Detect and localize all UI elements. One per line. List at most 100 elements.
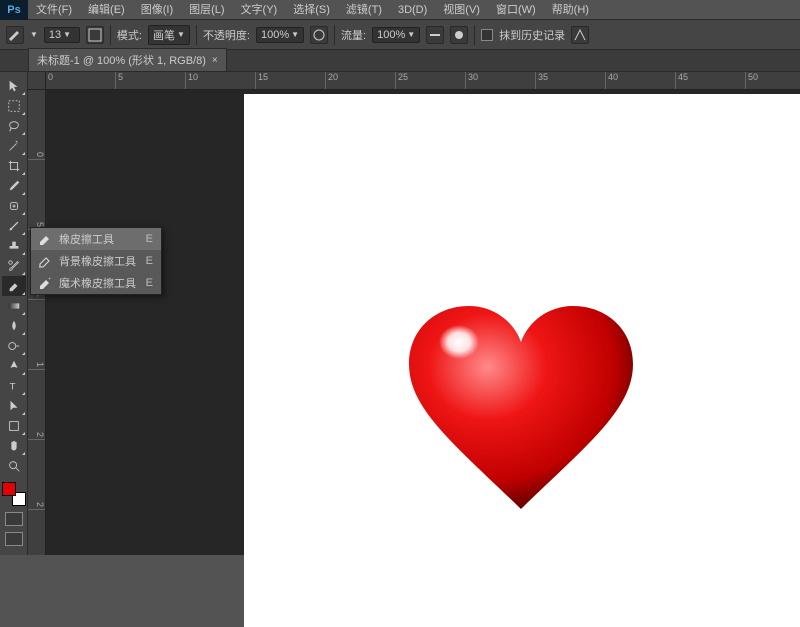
divider xyxy=(196,25,197,45)
erase-history-label: 抹到历史记录 xyxy=(499,27,565,43)
ruler-tick: 2 xyxy=(28,440,45,510)
hand-tool[interactable] xyxy=(2,436,26,456)
ruler-tick xyxy=(28,510,45,555)
document-tab[interactable]: 未标题-1 @ 100% (形状 1, RGB/8) × xyxy=(28,48,227,71)
flyout-label: 魔术橡皮擦工具 xyxy=(59,275,140,291)
brush-panel-icon[interactable] xyxy=(86,26,104,44)
airbrush-icon[interactable] xyxy=(426,26,444,44)
horizontal-ruler[interactable]: 0 5 10 15 20 25 30 35 40 45 50 xyxy=(46,72,800,90)
flyout-item-bg-eraser[interactable]: 背景橡皮擦工具 E xyxy=(31,250,161,272)
marquee-tool[interactable] xyxy=(2,96,26,116)
brush-tool[interactable] xyxy=(2,216,26,236)
ruler-tick: 25 xyxy=(396,72,466,89)
menu-window[interactable]: 窗口(W) xyxy=(488,0,544,20)
quickmask-toggle[interactable] xyxy=(5,512,23,526)
blur-tool[interactable] xyxy=(2,316,26,336)
lasso-tool[interactable] xyxy=(2,116,26,136)
flow-label: 流量: xyxy=(341,27,366,43)
ruler-tick: 2 xyxy=(28,370,45,440)
type-tool[interactable]: T xyxy=(2,376,26,396)
pressure-icon[interactable] xyxy=(571,26,589,44)
chevron-down-icon: ▼ xyxy=(407,30,415,39)
svg-text:T: T xyxy=(9,382,15,393)
tools-panel: T xyxy=(0,72,28,555)
close-icon[interactable]: × xyxy=(212,55,218,66)
ruler-tick: 30 xyxy=(466,72,536,89)
menu-select[interactable]: 选择(S) xyxy=(285,0,338,20)
ruler-tick: 0 xyxy=(46,72,116,89)
opacity-label: 不透明度: xyxy=(203,27,250,43)
menu-image[interactable]: 图像(I) xyxy=(133,0,181,20)
flow-value: 100% xyxy=(377,29,405,41)
flyout-shortcut: E xyxy=(146,233,153,245)
opacity-field[interactable]: 100%▼ xyxy=(256,27,304,43)
menu-edit[interactable]: 编辑(E) xyxy=(80,0,133,20)
divider xyxy=(334,25,335,45)
vertical-ruler[interactable]: 0 5 1 1 2 2 xyxy=(28,90,46,555)
ruler-tick: 0 xyxy=(28,90,45,160)
dodge-tool[interactable] xyxy=(2,336,26,356)
pen-tool[interactable] xyxy=(2,356,26,376)
flyout-shortcut: E xyxy=(146,255,153,267)
ruler-tick: 50 xyxy=(746,72,800,89)
ruler-tick: 5 xyxy=(28,160,45,230)
zoom-tool[interactable] xyxy=(2,456,26,476)
shape-tool[interactable] xyxy=(2,416,26,436)
eraser-tool[interactable] xyxy=(2,276,26,296)
eyedropper-tool[interactable] xyxy=(2,176,26,196)
path-select-tool[interactable] xyxy=(2,396,26,416)
gradient-tool[interactable] xyxy=(2,296,26,316)
canvas[interactable] xyxy=(244,94,800,627)
ruler-tick: 10 xyxy=(186,72,256,89)
mode-select[interactable]: 画笔▼ xyxy=(148,25,190,45)
flyout-label: 橡皮擦工具 xyxy=(59,231,140,247)
flow-field[interactable]: 100%▼ xyxy=(372,27,420,43)
menu-type[interactable]: 文字(Y) xyxy=(233,0,286,20)
magic-wand-tool[interactable] xyxy=(2,136,26,156)
menu-layer[interactable]: 图层(L) xyxy=(181,0,232,20)
flyout-item-eraser[interactable]: 橡皮擦工具 E xyxy=(31,228,161,250)
options-bar: ▼ 13▼ 模式: 画笔▼ 不透明度: 100%▼ 流量: 100%▼ 抹到历史… xyxy=(0,20,800,50)
screenmode-toggle[interactable] xyxy=(5,532,23,546)
healing-tool[interactable] xyxy=(2,196,26,216)
eraser-icon xyxy=(37,232,53,246)
app-logo: Ps xyxy=(0,0,28,20)
ruler-tick: 15 xyxy=(256,72,326,89)
tab-title: 未标题-1 @ 100% (形状 1, RGB/8) xyxy=(37,52,206,68)
heart-shape xyxy=(404,304,639,514)
ruler-tick: 20 xyxy=(326,72,396,89)
color-swatches[interactable] xyxy=(2,482,26,506)
menu-bar: Ps 文件(F) 编辑(E) 图像(I) 图层(L) 文字(Y) 选择(S) 滤… xyxy=(0,0,800,20)
chevron-down-icon: ▼ xyxy=(177,30,185,39)
eraser-tool-flyout: 橡皮擦工具 E 背景橡皮擦工具 E 魔术橡皮擦工具 E xyxy=(30,227,162,295)
brush-size-value: 13 xyxy=(49,29,61,41)
ruler-tick: 5 xyxy=(116,72,186,89)
menu-filter[interactable]: 滤镜(T) xyxy=(338,0,390,20)
ruler-tick: 35 xyxy=(536,72,606,89)
divider xyxy=(110,25,111,45)
chevron-down-icon[interactable]: ▼ xyxy=(30,30,38,39)
menu-help[interactable]: 帮助(H) xyxy=(544,0,597,20)
magic-eraser-icon xyxy=(37,276,53,290)
pressure-opacity-icon[interactable] xyxy=(310,26,328,44)
flyout-label: 背景橡皮擦工具 xyxy=(59,253,140,269)
brush-size-field[interactable]: 13▼ xyxy=(44,27,80,43)
tool-preset-icon[interactable] xyxy=(6,26,24,44)
menu-file[interactable]: 文件(F) xyxy=(28,0,80,20)
ruler-origin[interactable] xyxy=(28,72,46,90)
mode-value: 画笔 xyxy=(153,27,175,43)
ruler-tick: 40 xyxy=(606,72,676,89)
move-tool[interactable] xyxy=(2,76,26,96)
stamp-tool[interactable] xyxy=(2,236,26,256)
menu-3d[interactable]: 3D(D) xyxy=(390,0,435,20)
foreground-color-swatch[interactable] xyxy=(2,482,16,496)
crop-tool[interactable] xyxy=(2,156,26,176)
ruler-tick: 45 xyxy=(676,72,746,89)
menu-view[interactable]: 视图(V) xyxy=(435,0,488,20)
history-brush-tool[interactable] xyxy=(2,256,26,276)
mode-label: 模式: xyxy=(117,27,142,43)
flyout-item-magic-eraser[interactable]: 魔术橡皮擦工具 E xyxy=(31,272,161,294)
erase-history-checkbox[interactable] xyxy=(481,29,493,41)
pressure-size-icon[interactable] xyxy=(450,26,468,44)
app-logo-text: Ps xyxy=(7,4,20,16)
